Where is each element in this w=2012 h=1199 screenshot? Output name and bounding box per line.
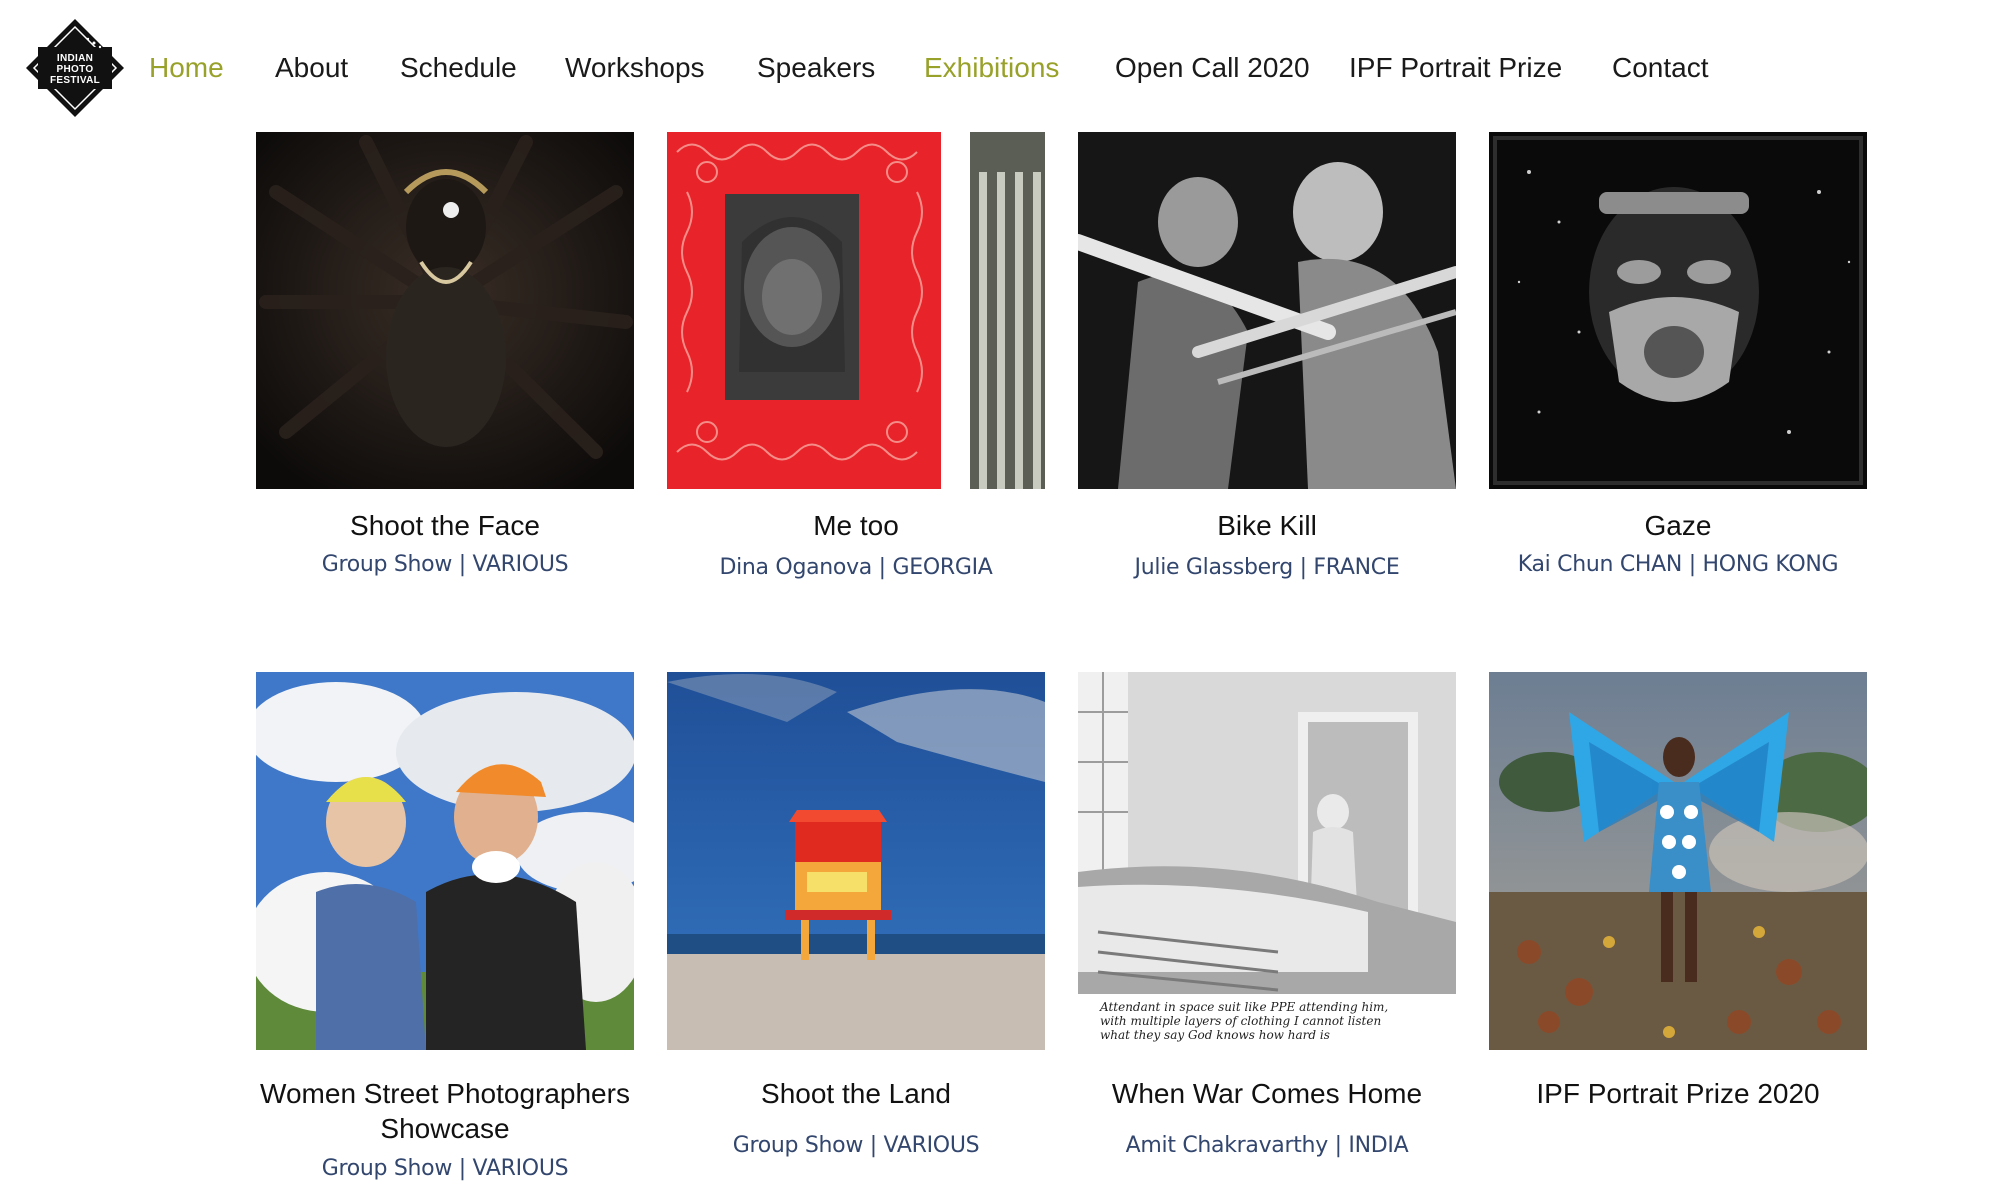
bw-photo-icon bbox=[1489, 132, 1867, 489]
exhibition-title[interactable]: Me too bbox=[647, 508, 1065, 543]
exhibition-image-gaze[interactable] bbox=[1489, 132, 1867, 489]
exhibition-title[interactable]: Bike Kill bbox=[1058, 508, 1476, 543]
exhibition-title[interactable]: Shoot the Land bbox=[647, 1076, 1065, 1111]
exhibition-image-women-street-photographers[interactable] bbox=[256, 672, 634, 1050]
nav-home[interactable]: Home bbox=[149, 46, 224, 90]
exhibition-title[interactable]: Women Street Photographers bbox=[236, 1076, 654, 1111]
handwritten-caption-line1: Attendant in space suit like PPE attendi… bbox=[1100, 1000, 1389, 1014]
handwritten-caption-line2: with multiple layers of clothing I canno… bbox=[1100, 1014, 1382, 1028]
nav-ipf-portrait-prize[interactable]: IPF Portrait Prize bbox=[1349, 46, 1562, 90]
handwritten-caption-line3: what they say God knows how hard is bbox=[1100, 1028, 1330, 1042]
exhibition-subtitle: Julie Glassberg | FRANCE bbox=[1134, 555, 1400, 580]
exhibition-subtitle: Group Show | VARIOUS bbox=[321, 1156, 569, 1181]
exhibition-subtitle: Kai Chun CHAN | HONG KONG bbox=[1517, 552, 1839, 577]
exhibition-title-line2[interactable]: Showcase bbox=[236, 1111, 654, 1146]
exhibition-image-bike-kill[interactable] bbox=[1078, 132, 1456, 489]
exhibition-title[interactable]: When War Comes Home bbox=[1058, 1076, 1476, 1111]
bw-photo-icon bbox=[1078, 132, 1456, 489]
nav-about[interactable]: About bbox=[275, 46, 348, 90]
bw-photo-icon bbox=[1078, 672, 1456, 1050]
portrait-photo-icon bbox=[256, 132, 634, 489]
exhibition-subtitle: Dina Oganova | GEORGIA bbox=[719, 555, 993, 580]
exhibition-subtitle: Group Show | VARIOUS bbox=[732, 1133, 980, 1158]
exhibition-title[interactable]: Shoot the Face bbox=[236, 508, 654, 543]
landscape-photo-icon bbox=[667, 672, 1045, 1050]
exhibition-image-me-too[interactable] bbox=[667, 132, 1045, 489]
exhibition-title[interactable]: IPF Portrait Prize 2020 bbox=[1469, 1076, 1887, 1111]
exhibition-image-when-war-comes-home[interactable]: Attendant in space suit like PPE attendi… bbox=[1078, 672, 1456, 1050]
nav-exhibitions[interactable]: Exhibitions bbox=[924, 46, 1059, 90]
nav-workshops[interactable]: Workshops bbox=[565, 46, 705, 90]
nav-contact[interactable]: Contact bbox=[1612, 46, 1709, 90]
nav-schedule[interactable]: Schedule bbox=[400, 46, 517, 90]
portrait-photo-icon bbox=[1489, 672, 1867, 1050]
exhibition-subtitle: Amit Chakravarthy | INDIA bbox=[1125, 1133, 1409, 1158]
main-nav: Home About Schedule Workshops Speakers E… bbox=[0, 46, 2012, 90]
exhibition-subtitle: Group Show | VARIOUS bbox=[321, 552, 569, 577]
handwritten-caption: Attendant in space suit like PPE attendi… bbox=[1100, 1000, 1440, 1042]
nav-open-call-2020[interactable]: Open Call 2020 bbox=[1115, 46, 1310, 90]
exhibition-image-shoot-the-land[interactable] bbox=[667, 672, 1045, 1050]
nav-speakers[interactable]: Speakers bbox=[757, 46, 875, 90]
exhibition-image-shoot-the-face[interactable] bbox=[256, 132, 634, 489]
portrait-photo-icon bbox=[667, 132, 1045, 489]
street-photo-icon bbox=[256, 672, 634, 1050]
exhibition-image-ipf-portrait-prize-2020[interactable] bbox=[1489, 672, 1867, 1050]
exhibition-title[interactable]: Gaze bbox=[1469, 508, 1887, 543]
